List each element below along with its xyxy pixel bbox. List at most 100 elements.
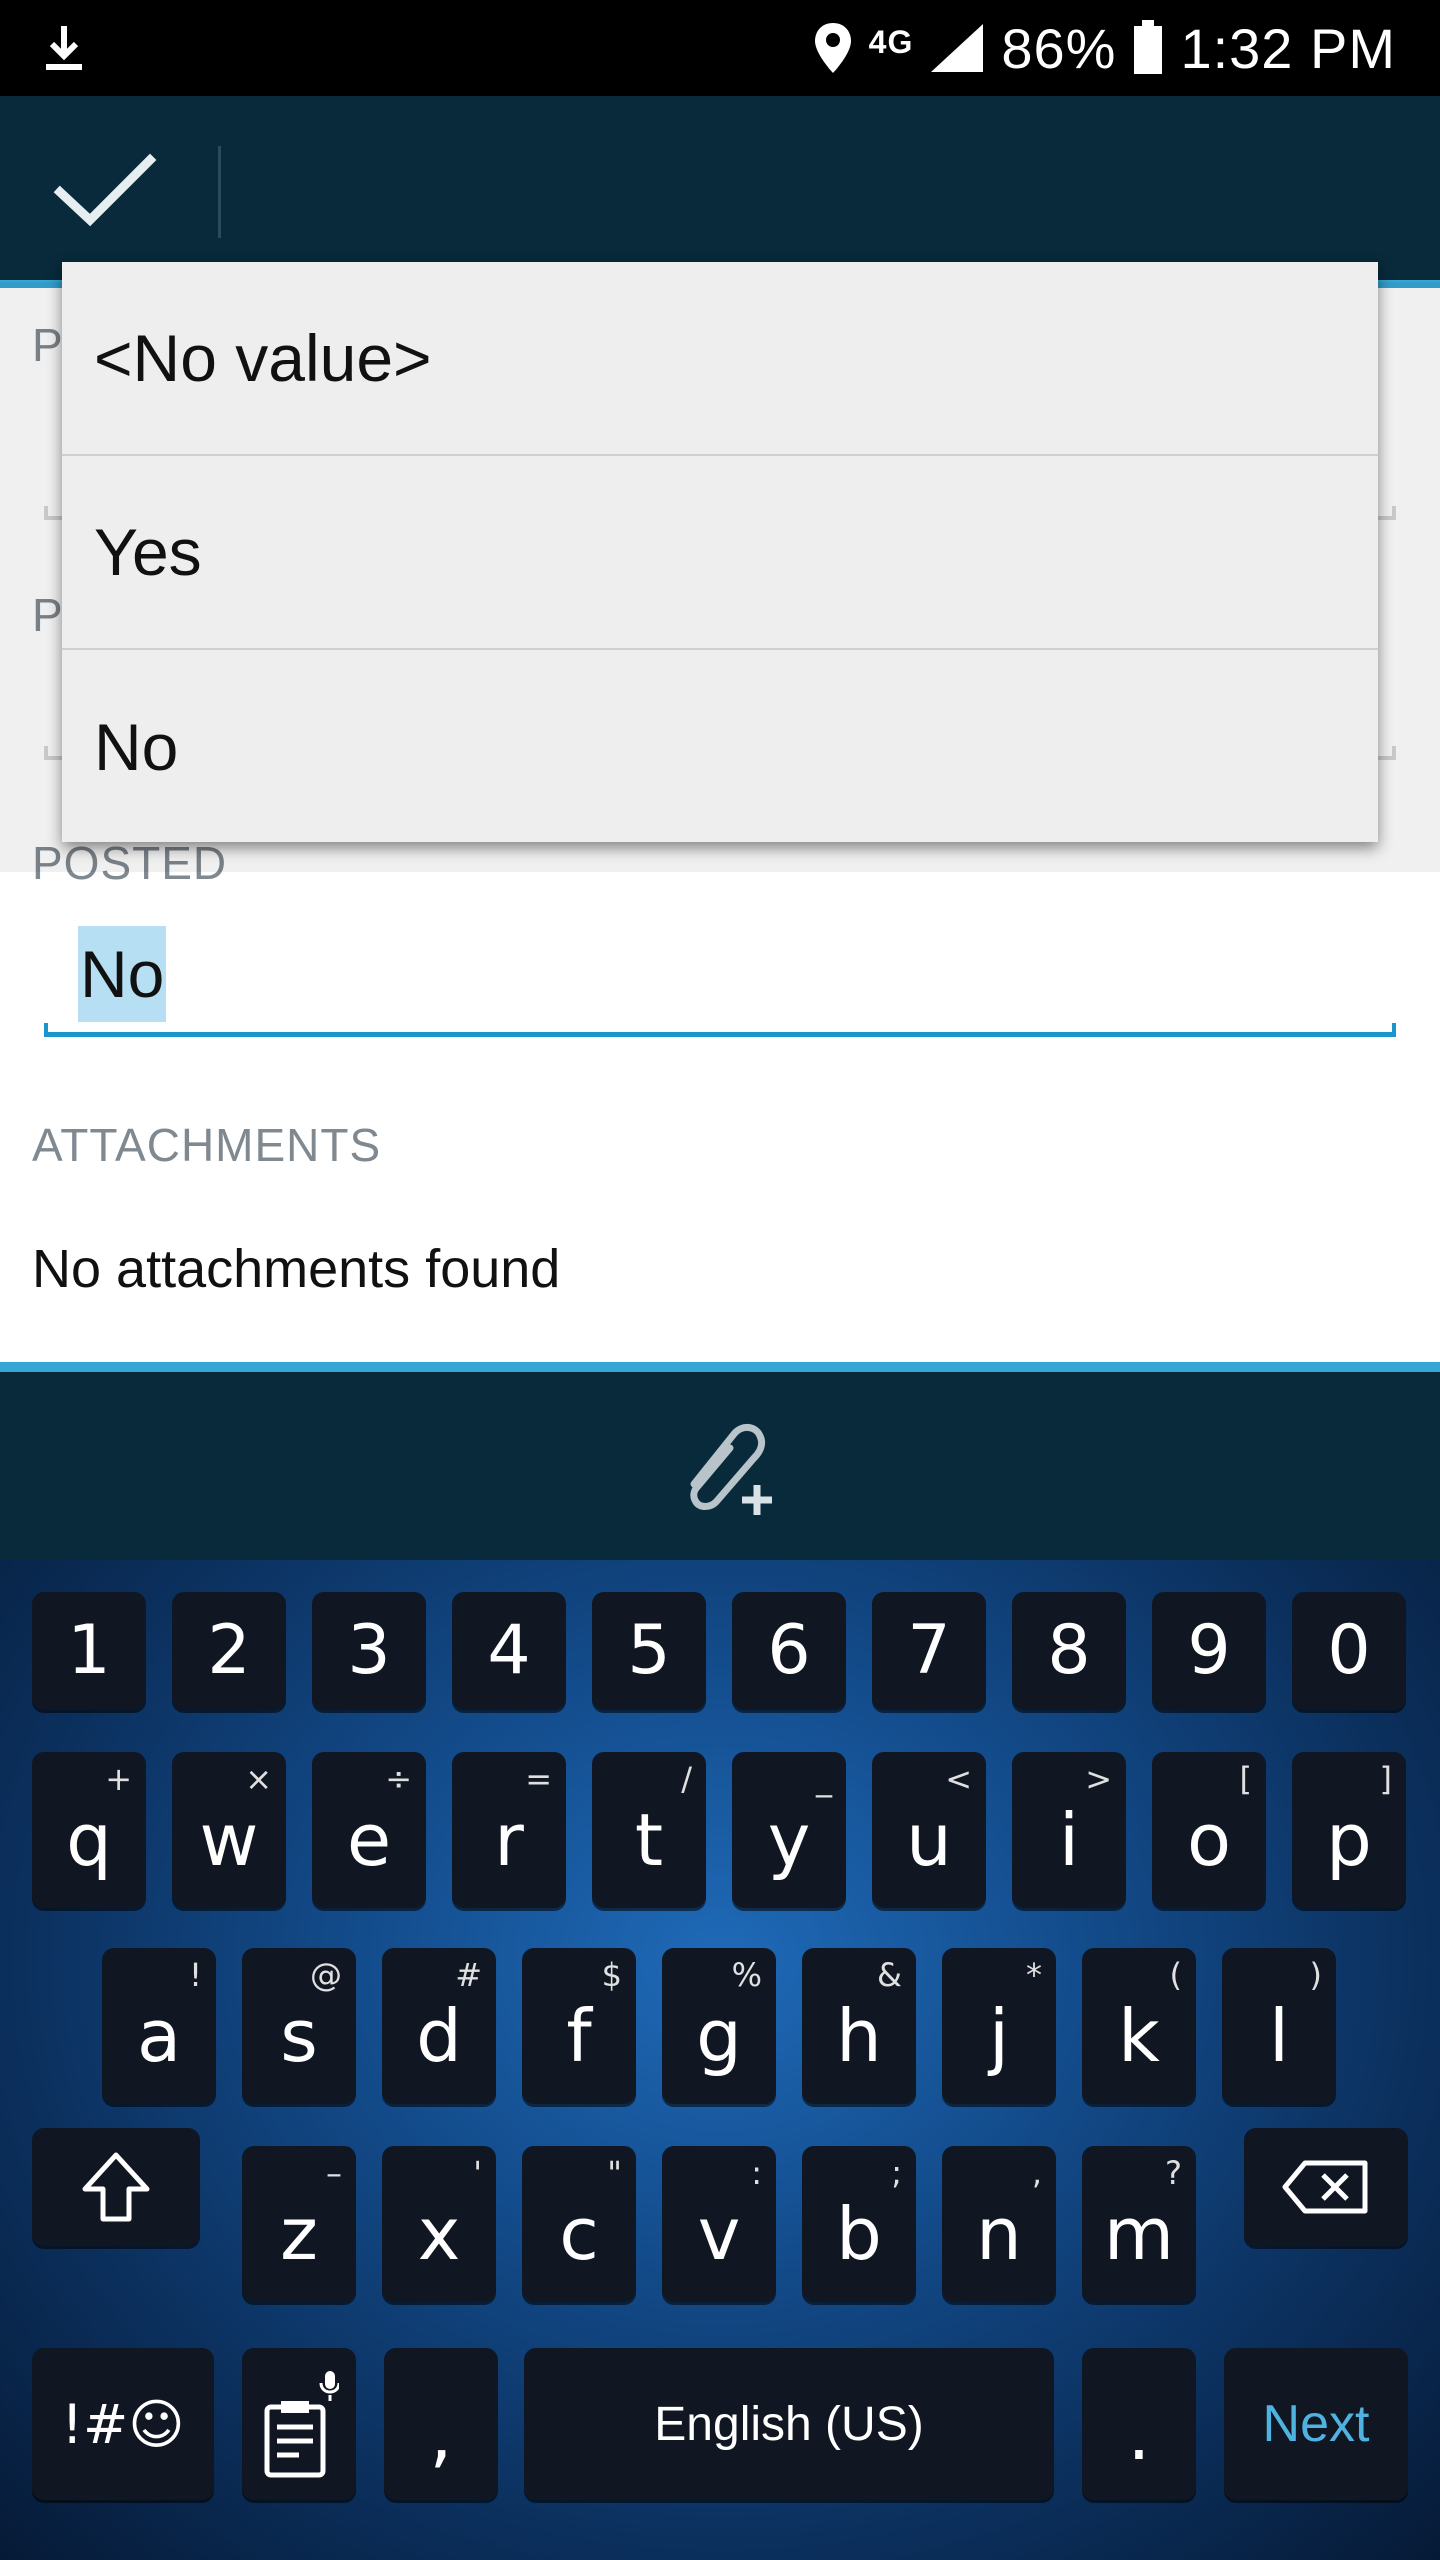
key-label: p (1326, 1798, 1372, 1882)
clipboard-mic-icon (264, 2371, 339, 2478)
key-w[interactable]: w × (172, 1752, 286, 1908)
shift-icon (82, 2152, 150, 2222)
dropdown-option-no[interactable]: No (62, 650, 1378, 844)
key-a[interactable]: a! (102, 1948, 216, 2104)
key-alt-label: < (945, 1760, 972, 1798)
key-0[interactable]: 0 (1292, 1592, 1406, 1710)
key-label: i (1058, 1798, 1079, 1882)
key-t[interactable]: t / (592, 1752, 706, 1908)
key-alt-label: ] (1379, 1760, 1392, 1798)
key-i[interactable]: i > (1012, 1752, 1126, 1908)
bottom-bar-accent-line (0, 1362, 1440, 1372)
symbols-key[interactable]: !#☺ (32, 2348, 214, 2500)
key-label: m (1103, 2192, 1175, 2276)
key-e[interactable]: e ÷ (312, 1752, 426, 1908)
attachments-empty-text: No attachments found (32, 1239, 561, 1299)
key-alt-label: – (326, 2154, 342, 2192)
key-label: 9 (1187, 1611, 1231, 1690)
key-alt-label: % (731, 1956, 762, 1994)
key-q[interactable]: q + (32, 1752, 146, 1908)
check-icon[interactable] (46, 146, 166, 236)
key-label: 6 (767, 1611, 811, 1690)
key-f[interactable]: f $ (522, 1948, 636, 2104)
key-alt-label: × (245, 1760, 272, 1798)
key-label: 3 (347, 1611, 391, 1690)
key-g[interactable]: g% (662, 1948, 776, 2104)
comma-key[interactable]: , (384, 2348, 498, 2500)
dropdown-option-yes[interactable]: Yes (62, 456, 1378, 650)
key-alt-label: / (681, 1760, 692, 1798)
key-n[interactable]: n, (942, 2146, 1056, 2302)
key-c[interactable]: c " (522, 2146, 636, 2302)
key-alt-label: [ (1239, 1760, 1252, 1798)
key-8[interactable]: 8 (1012, 1592, 1126, 1710)
key-alt-label: = (525, 1760, 552, 1798)
key-label: k (1118, 1994, 1160, 2078)
backspace-key[interactable] (1244, 2128, 1408, 2246)
clipboard-voice-key[interactable] (242, 2348, 356, 2500)
key-alt-label: ) (1309, 1956, 1322, 1994)
key-l[interactable]: l) (1222, 1948, 1336, 2104)
key-u[interactable]: u < (872, 1752, 986, 1908)
key-alt-label: + (105, 1760, 132, 1798)
key-alt-label: > (1085, 1760, 1112, 1798)
key-alt-label: $ (601, 1956, 622, 1994)
key-h[interactable]: h & (802, 1948, 916, 2104)
key-label: a (136, 1994, 182, 2078)
key-label: d (416, 1994, 462, 2078)
key-x[interactable]: x ' (382, 2146, 496, 2302)
key-alt-label: " (607, 2154, 622, 2192)
key-label: s (280, 1994, 318, 2078)
key-label: 7 (907, 1611, 951, 1690)
key-o[interactable]: o[ (1152, 1752, 1266, 1908)
key-j[interactable]: j * (942, 1948, 1056, 2104)
key-label: t (634, 1798, 664, 1882)
key-r[interactable]: r = (452, 1752, 566, 1908)
key-s[interactable]: s @ (242, 1948, 356, 2104)
key-label: f (566, 1994, 592, 2078)
key-4[interactable]: 4 (452, 1592, 566, 1710)
key-2[interactable]: 2 (172, 1592, 286, 1710)
key-label: c (559, 2192, 599, 2276)
key-v[interactable]: v: (662, 2146, 776, 2302)
key-k[interactable]: k( (1082, 1948, 1196, 2104)
key-alt-label: , (1031, 2154, 1042, 2192)
key-label: 5 (627, 1611, 671, 1690)
posted-input-underline[interactable] (44, 1023, 1396, 1037)
key-label: 8 (1047, 1611, 1091, 1690)
key-label: q (66, 1798, 112, 1882)
battery-icon (1134, 20, 1163, 74)
key-label: r (494, 1798, 524, 1882)
space-key[interactable]: English (US) (524, 2348, 1054, 2500)
key-label: e (346, 1798, 392, 1882)
key-3[interactable]: 3 (312, 1592, 426, 1710)
dropdown-option-no-value[interactable]: <No value> (62, 262, 1378, 456)
status-bar: 4G 86% 1:32 PM (0, 0, 1440, 96)
key-9[interactable]: 9 (1152, 1592, 1266, 1710)
shift-key[interactable] (32, 2128, 200, 2246)
attach-add-icon[interactable] (664, 1412, 776, 1522)
key-alt-label: _ (816, 1760, 832, 1798)
key-p[interactable]: p] (1292, 1752, 1406, 1908)
key-label: h (836, 1994, 882, 2078)
key-label: 2 (207, 1611, 251, 1690)
next-key[interactable]: Next (1224, 2348, 1408, 2500)
key-alt-label: & (877, 1956, 902, 1994)
key-alt-label: ( (1169, 1956, 1182, 1994)
period-key[interactable]: . (1082, 2348, 1196, 2500)
key-label: u (906, 1798, 952, 1882)
key-7[interactable]: 7 (872, 1592, 986, 1710)
signal-icon (931, 24, 984, 72)
key-label: 0 (1327, 1611, 1371, 1690)
key-6[interactable]: 6 (732, 1592, 846, 1710)
key-d[interactable]: d # (382, 1948, 496, 2104)
key-5[interactable]: 5 (592, 1592, 706, 1710)
key-b[interactable]: b; (802, 2146, 916, 2302)
key-1[interactable]: 1 (32, 1592, 146, 1710)
key-label: w (199, 1798, 259, 1882)
key-alt-label: # (455, 1956, 482, 1994)
key-z[interactable]: z – (242, 2146, 356, 2302)
key-m[interactable]: m? (1082, 2146, 1196, 2302)
posted-input-value[interactable]: No (78, 926, 167, 1022)
key-y[interactable]: y _ (732, 1752, 846, 1908)
